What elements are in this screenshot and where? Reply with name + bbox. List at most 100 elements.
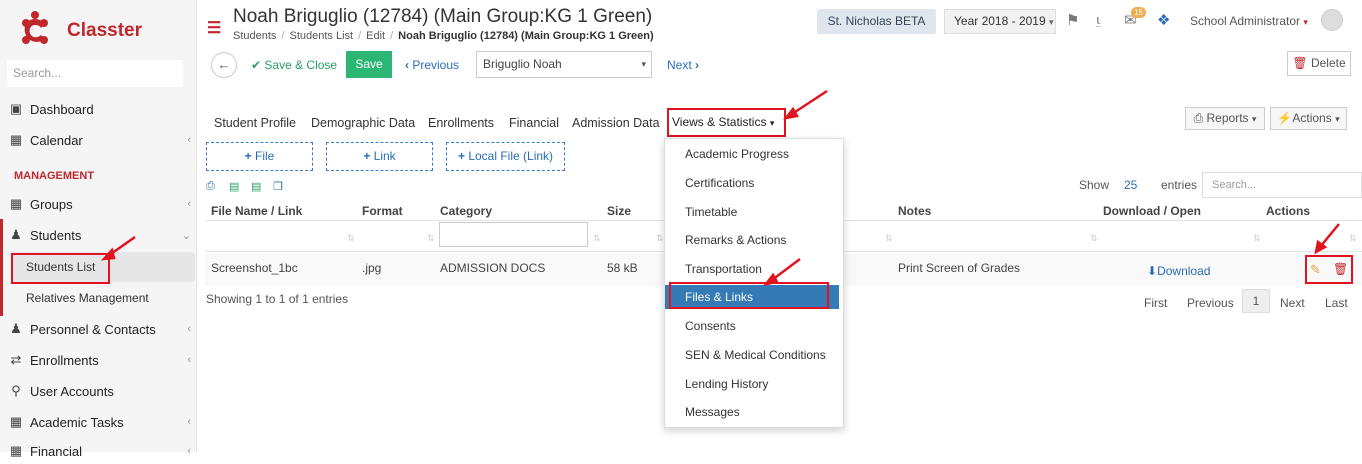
previous-button[interactable]: ‹ Previous — [405, 58, 459, 72]
sort-icon[interactable]: ⇅ — [593, 233, 601, 244]
column-header-format[interactable]: Format — [362, 204, 403, 218]
dropdown-item[interactable]: Transportation — [685, 262, 762, 276]
tab-demographic-data[interactable]: Demographic Data — [311, 116, 415, 130]
flag-icon[interactable]: ⚑ — [1066, 11, 1079, 29]
breadcrumb-item[interactable]: Edit — [366, 30, 385, 42]
tasks-icon: ▦ — [9, 414, 23, 429]
tab-views-statistics[interactable]: Views & Statistics ▾ — [667, 108, 786, 137]
entries-per-page-select[interactable]: 25 — [1124, 178, 1137, 192]
sort-icon[interactable]: ⇅ — [1349, 233, 1357, 244]
pagination-first[interactable]: First — [1144, 296, 1167, 310]
sort-icon[interactable]: ⇅ — [1253, 233, 1261, 244]
dropdown-item[interactable]: Lending History — [685, 377, 768, 391]
dropdown-item[interactable]: Certifications — [685, 176, 754, 190]
arrow-head — [783, 106, 799, 120]
copy-icon[interactable]: ❐ — [273, 180, 283, 193]
plus-icon: + — [363, 149, 371, 163]
annotation-highlight-actions — [1305, 255, 1353, 284]
chevron-left-icon: ‹ — [405, 58, 409, 72]
sidebar-item-financial[interactable]: ▦ Financial ‹ — [0, 438, 197, 464]
save-button[interactable]: Save — [346, 51, 392, 78]
school-selector[interactable]: St. Nicholas BETA — [817, 9, 936, 34]
tab-admission-data[interactable]: Admission Data — [572, 116, 660, 130]
year-selector[interactable]: Year 2018 - 2019 ▾ — [944, 9, 1056, 34]
sidebar-item-enrollments[interactable]: ⇄ Enrollments ‹ — [0, 347, 197, 373]
sidebar-item-dashboard[interactable]: ▣ Dashboard — [0, 96, 197, 122]
download-label: Download — [1157, 264, 1211, 278]
sidebar-search-input[interactable]: Search... — [7, 60, 183, 87]
financial-icon: ▦ — [9, 443, 23, 458]
student-select[interactable]: Briguglio Noah ▾ — [476, 51, 652, 78]
breadcrumb-current: Noah Briguglio (12784) (Main Group:KG 1 … — [398, 30, 654, 42]
tab-student-profile[interactable]: Student Profile — [214, 116, 296, 130]
chevron-left-icon: ‹ — [187, 323, 191, 335]
save-close-button[interactable]: ✔ Save & Close — [251, 58, 337, 72]
user-menu[interactable]: School Administrator ▾ — [1190, 14, 1308, 28]
sidebar-item-academic-tasks[interactable]: ▦ Academic Tasks ‹ — [0, 409, 197, 435]
sidebar-item-personnel[interactable]: ♟ Personnel & Contacts ‹ — [0, 316, 197, 342]
arrow-views-statistics — [791, 89, 828, 116]
sort-icon[interactable]: ⇅ — [656, 233, 664, 244]
pagination-next[interactable]: Next — [1280, 296, 1305, 310]
breadcrumb-item[interactable]: Students List — [289, 30, 353, 42]
reports-button[interactable]: ⎙ Reports ▾ — [1185, 107, 1265, 130]
csv-icon[interactable]: ▤ — [251, 180, 261, 193]
dropdown-item[interactable]: SEN & Medical Conditions — [685, 348, 826, 362]
dropdown-item[interactable]: Academic Progress — [685, 147, 789, 161]
arrow-left-icon: ← — [217, 57, 231, 72]
cell-file-name: Screenshot_1bc — [211, 261, 298, 275]
sidebar-item-groups[interactable]: ▦ Groups ‹ — [0, 191, 197, 217]
download-link[interactable]: ⬇Download — [1147, 264, 1210, 278]
sidebar-item-label: Academic Tasks — [30, 414, 124, 430]
back-button[interactable]: ← — [211, 52, 237, 78]
print-icon[interactable]: ⎙ — [206, 180, 215, 193]
column-header-size[interactable]: Size — [607, 204, 631, 218]
breadcrumb-item[interactable]: Students — [233, 30, 276, 42]
dropdown-item[interactable]: Timetable — [685, 205, 737, 219]
actions-button[interactable]: ⚡Actions ▾ — [1270, 107, 1347, 130]
dropdown-item[interactable]: Consents — [685, 319, 736, 333]
bell-icon[interactable]: ⍸ — [1094, 11, 1103, 28]
classter-logo-icon — [22, 11, 48, 44]
column-header-notes[interactable]: Notes — [898, 204, 931, 218]
sort-icon[interactable]: ⇅ — [885, 233, 893, 244]
add-file-button[interactable]: + File — [206, 142, 313, 171]
tab-financial[interactable]: Financial — [509, 116, 559, 130]
sidebar-item-label: Dashboard — [30, 101, 94, 117]
chevron-down-icon: ⌄ — [181, 229, 191, 242]
pagination-last[interactable]: Last — [1325, 296, 1348, 310]
excel-icon[interactable]: ▤ — [229, 180, 239, 193]
pagination-page[interactable]: 1 — [1242, 289, 1270, 313]
enrollments-icon: ⇄ — [10, 352, 22, 367]
chevron-right-icon: › — [695, 58, 700, 72]
sort-icon[interactable]: ⇅ — [1090, 233, 1098, 244]
next-button[interactable]: Next › — [667, 58, 699, 72]
sidebar-item-relatives-management[interactable]: Relatives Management — [26, 291, 149, 305]
dropdown-item[interactable]: Messages — [685, 405, 740, 419]
pagination-previous[interactable]: Previous — [1187, 296, 1234, 310]
sidebar-item-user-accounts[interactable]: ⚲ User Accounts — [0, 378, 197, 404]
add-local-file-button[interactable]: + Local File (Link) — [446, 142, 565, 171]
table-info: Showing 1 to 1 of 1 entries — [206, 292, 349, 306]
add-link-button[interactable]: + Link — [326, 142, 433, 171]
dropdown-item[interactable]: Remarks & Actions — [685, 233, 786, 247]
sort-icon[interactable]: ⇅ — [347, 233, 355, 244]
sort-icon[interactable]: ⇅ — [427, 233, 435, 244]
plus-icon: + — [244, 149, 252, 163]
category-filter-input[interactable] — [439, 222, 588, 247]
table-search-input[interactable]: Search... — [1202, 172, 1362, 198]
menu-toggle-icon[interactable]: ☰ — [207, 18, 221, 38]
print-icon: ⎙ — [1193, 111, 1204, 125]
page-title: Noah Briguglio (12784) (Main Group:KG 1 … — [233, 6, 653, 27]
column-header-download[interactable]: Download / Open — [1103, 204, 1201, 218]
sidebar-item-students[interactable]: ♟ Students ⌄ — [0, 222, 197, 248]
sidebar-item-calendar[interactable]: ▦ Calendar ‹ — [0, 127, 197, 153]
avatar[interactable] — [1321, 9, 1343, 31]
sitemap-icon[interactable]: ❖ — [1157, 11, 1170, 29]
delete-button[interactable]: 🗑 Delete — [1287, 51, 1351, 76]
add-file-label: File — [255, 149, 275, 163]
mail-count-badge: 15 — [1131, 7, 1146, 18]
tab-enrollments[interactable]: Enrollments — [428, 116, 494, 130]
column-header-category[interactable]: Category — [440, 204, 492, 218]
column-header-file[interactable]: File Name / Link — [211, 204, 302, 218]
